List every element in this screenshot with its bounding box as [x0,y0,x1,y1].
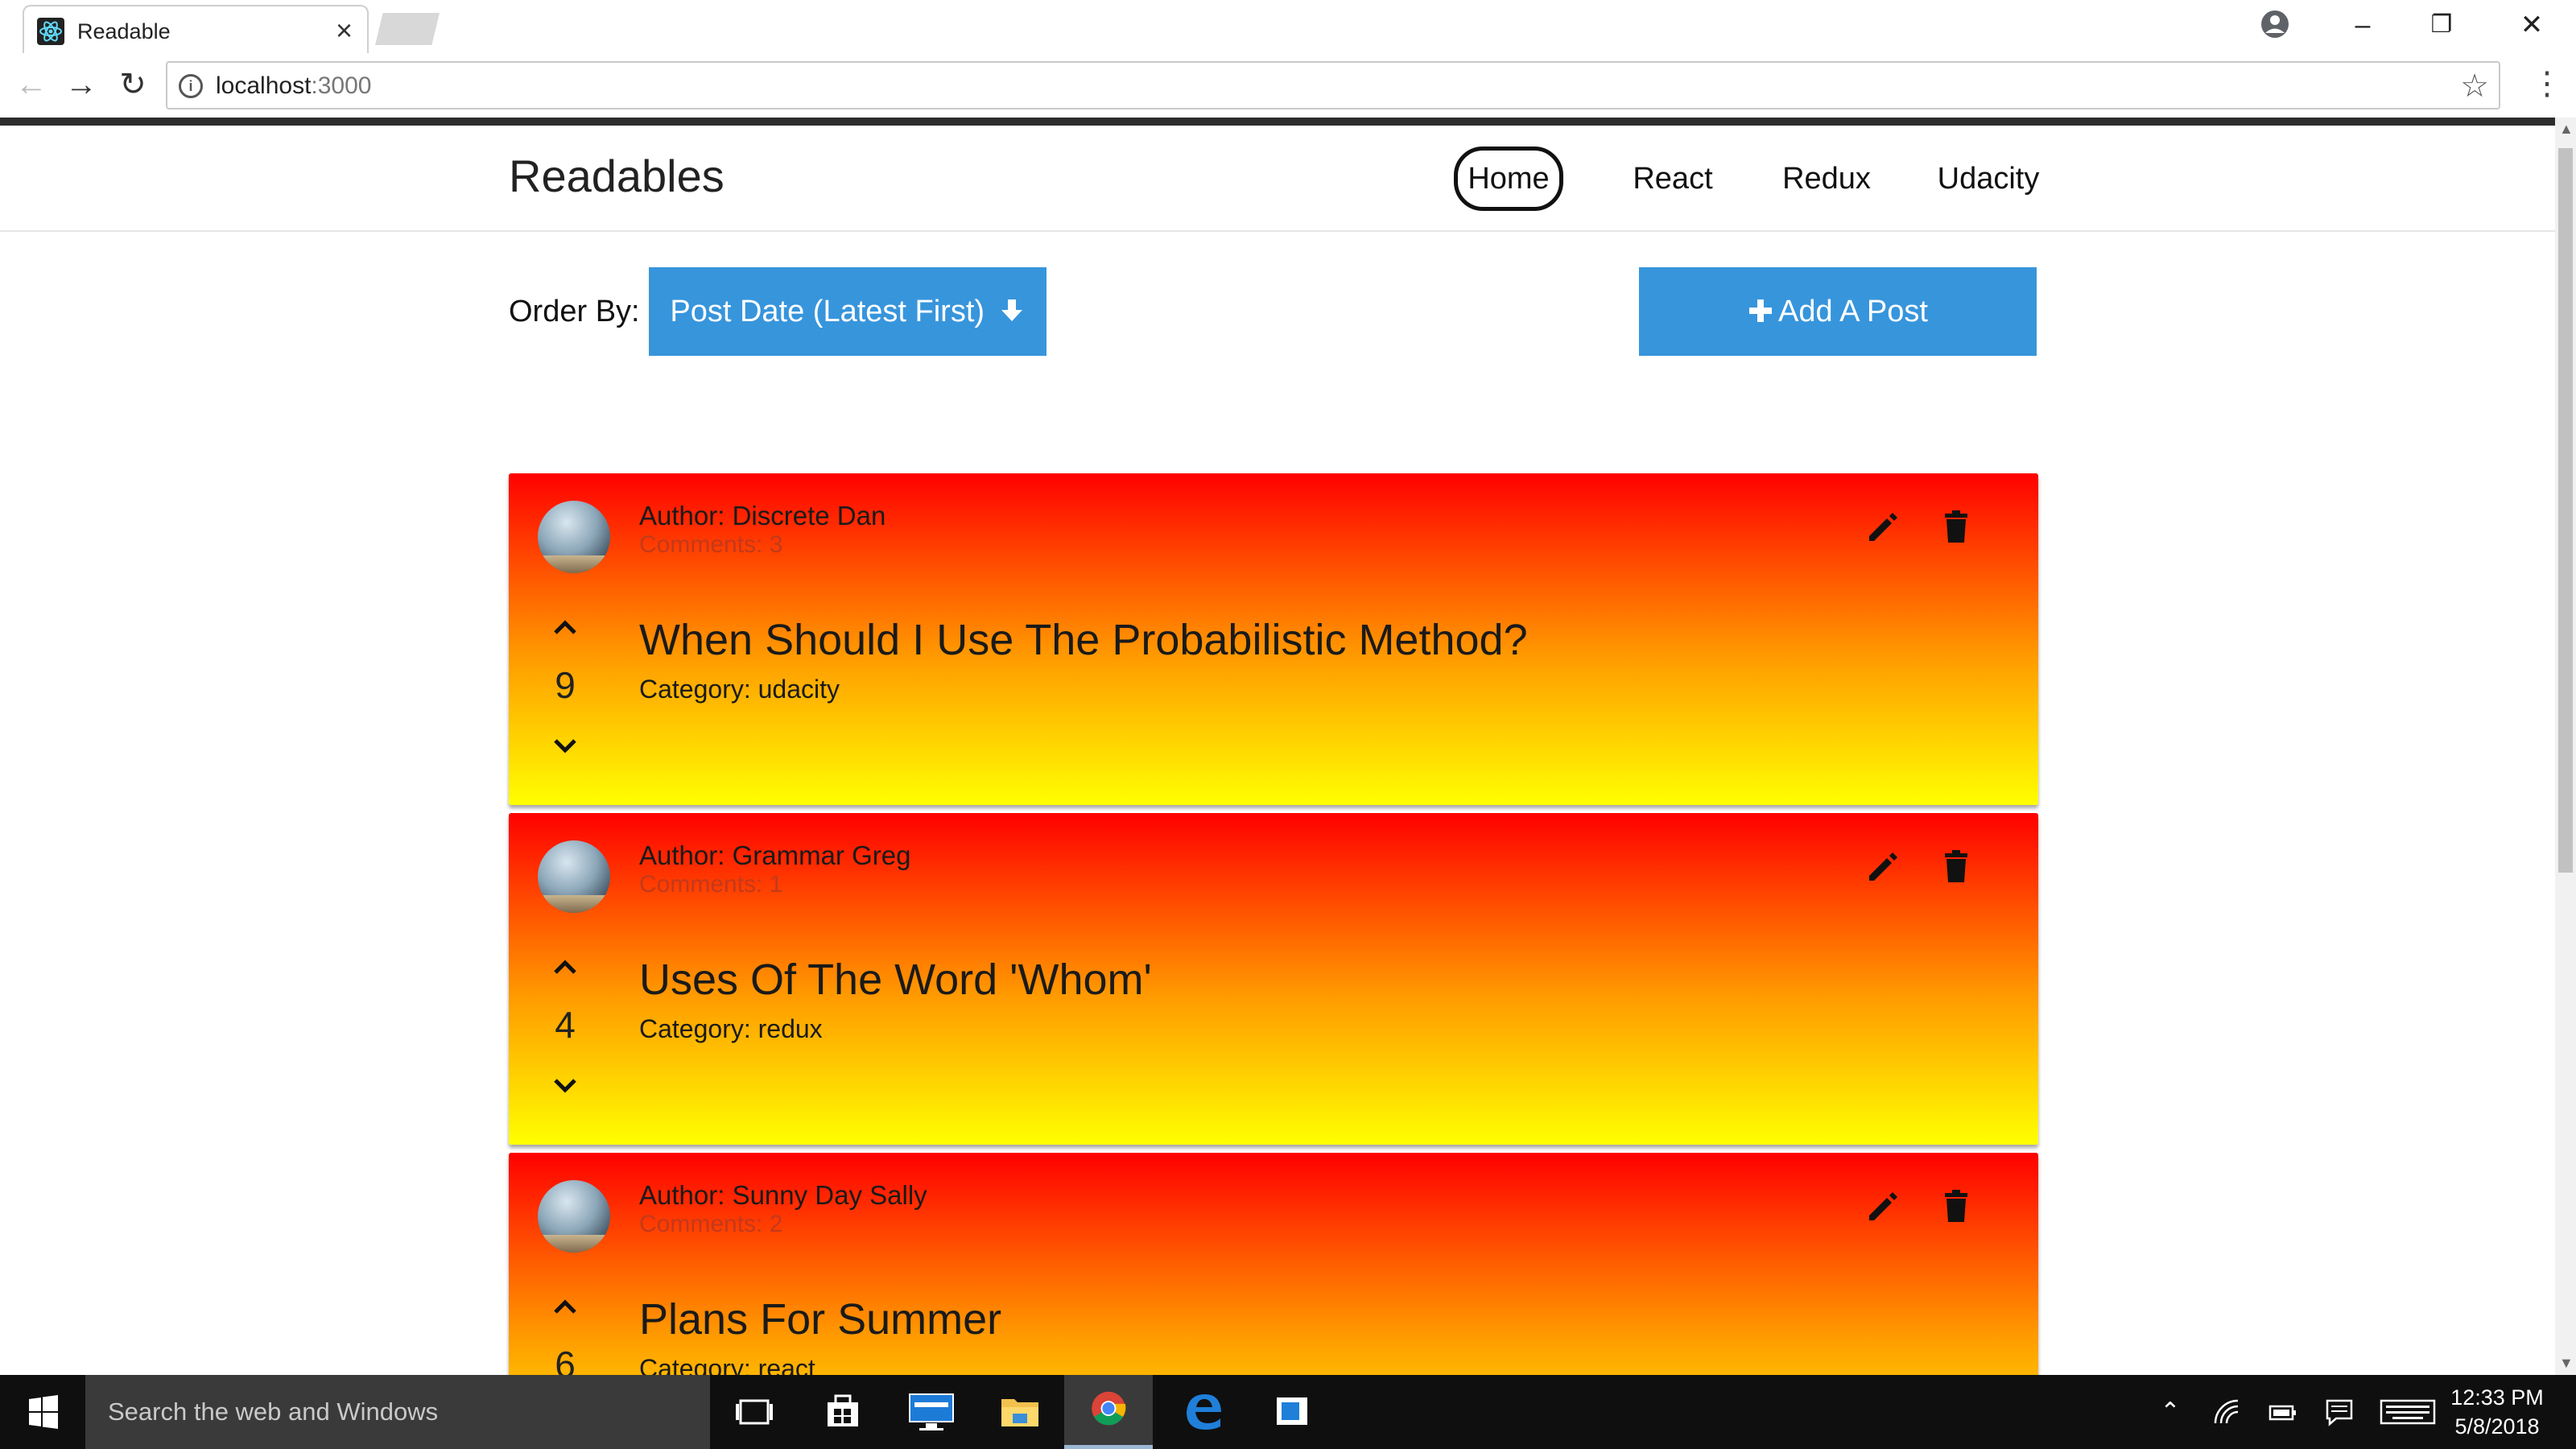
new-tab-button[interactable] [375,13,440,45]
nav-home[interactable]: Home [1454,147,1563,211]
author-avatar [538,840,610,913]
post-card[interactable]: Author: Sunny Day Sally Comments: 2 6 Pl… [509,1153,2038,1375]
chrome-app-icon[interactable] [1064,1375,1153,1449]
clock-date: 5/8/2018 [2454,1414,2540,1439]
post-title[interactable]: Uses Of The Word 'Whom' [639,955,1152,1005]
taskbar-search-placeholder: Search the web and Windows [108,1397,439,1426]
vote-score: 4 [555,1004,576,1046]
post-category: Category: udacity [639,675,840,704]
url-port: :3000 [311,72,372,99]
order-by-value: Post Date (Latest First) [670,295,985,328]
toolbar-divider [0,118,2555,126]
taskbar-search-box[interactable]: Search the web and Windows [85,1375,710,1449]
scroll-down-icon[interactable]: ▼ [2559,1355,2574,1372]
tray-chevron-up-icon[interactable]: ⌃ [2154,1396,2186,1428]
windows-taskbar: Search the web and Windows ⌃ 12:33 PM 5/… [0,1375,2576,1449]
site-header: Readables Home React Redux Udacity [0,126,2555,232]
edit-pencil-icon[interactable] [1861,844,1906,889]
post-author: Author: Grammar Greg [639,840,911,870]
add-post-label: Add A Post [1778,295,1928,328]
page-viewport: Readables Home React Redux Udacity Order… [0,126,2555,1375]
windows-start-icon[interactable] [0,1375,85,1449]
window-close-icon[interactable]: ✕ [2504,5,2560,45]
lenovo-app-icon[interactable] [887,1375,976,1449]
arrow-down-icon [1001,299,1022,321]
store-app-icon[interactable] [799,1375,887,1449]
scroll-up-icon[interactable]: ▲ [2559,121,2574,138]
minimize-icon[interactable]: – [2334,5,2391,45]
wifi-icon[interactable] [2211,1396,2243,1428]
add-post-button[interactable]: Add A Post [1639,267,2037,356]
url-host: localhost [216,72,312,99]
plus-icon [1749,299,1773,322]
nav-react[interactable]: React [1624,147,1721,211]
browser-tab[interactable]: Readable × [23,5,369,53]
scrollbar-thumb[interactable] [2558,148,2573,873]
upvote-chevron-icon[interactable] [541,950,589,982]
tab-close-icon[interactable]: × [336,14,353,47]
post-category: Category: react [639,1354,815,1375]
vote-score: 9 [555,664,576,706]
address-bar[interactable]: i localhost:3000 ☆ [166,61,2500,109]
brand-title[interactable]: Readables [509,150,724,202]
post-title[interactable]: Plans For Summer [639,1294,1001,1344]
downvote-chevron-icon[interactable] [541,1071,589,1103]
order-by-label: Order By: [509,295,640,328]
file-explorer-icon[interactable] [976,1375,1064,1449]
post-author: Author: Discrete Dan [639,501,886,530]
upvote-chevron-icon[interactable] [541,610,589,642]
clock-time: 12:33 PM [2450,1385,2544,1410]
delete-trash-icon[interactable] [1934,504,1979,549]
post-comment-count: Comments: 1 [639,871,783,898]
browser-tabstrip: Readable × – ❐ ✕ [0,0,2576,53]
address-url: localhost:3000 [216,72,371,100]
generic-app-icon[interactable] [1248,1375,1336,1449]
task-view-icon[interactable] [710,1375,799,1449]
site-info-icon[interactable]: i [179,74,203,98]
order-by-button[interactable]: Post Date (Latest First) [649,267,1046,356]
restore-icon[interactable]: ❐ [2413,5,2470,45]
battery-icon[interactable] [2267,1396,2299,1428]
post-card[interactable]: Author: Discrete Dan Comments: 3 9 When … [509,473,2038,805]
nav-udacity[interactable]: Udacity [1934,147,2043,211]
tab-title: Readable [77,19,171,43]
vote-score: 6 [555,1344,576,1375]
author-avatar [538,501,610,573]
downvote-chevron-icon[interactable] [541,731,589,763]
post-title[interactable]: When Should I Use The Probabilistic Meth… [639,615,1528,665]
edit-pencil-icon[interactable] [1861,1183,1906,1228]
action-center-icon[interactable] [2323,1396,2355,1428]
bookmark-star-icon[interactable]: ☆ [2460,68,2489,105]
post-category: Category: redux [639,1014,823,1043]
touch-keyboard-icon[interactable] [2380,1396,2436,1428]
react-favicon-icon [37,18,64,45]
forward-icon[interactable]: → [61,64,101,105]
browser-menu-icon[interactable]: ⋮ [2531,64,2563,105]
post-card[interactable]: Author: Grammar Greg Comments: 1 4 Uses … [509,813,2038,1145]
page-scrollbar[interactable]: ▲ ▼ [2555,118,2576,1375]
profile-icon[interactable] [2259,8,2291,40]
delete-trash-icon[interactable] [1934,844,1979,889]
taskbar-clock[interactable]: 12:33 PM 5/8/2018 [2449,1383,2545,1441]
post-author: Author: Sunny Day Sally [639,1180,927,1210]
back-icon[interactable]: ← [11,64,52,105]
author-avatar [538,1180,610,1253]
reload-icon[interactable]: ↻ [113,64,153,105]
edit-pencil-icon[interactable] [1861,504,1906,549]
nav-redux[interactable]: Redux [1776,147,1877,211]
delete-trash-icon[interactable] [1934,1183,1979,1228]
edge-browser-icon[interactable] [1159,1375,1248,1449]
upvote-chevron-icon[interactable] [541,1290,589,1322]
post-comment-count: Comments: 3 [639,531,783,558]
browser-toolbar: ← → ↻ i localhost:3000 ☆ ⋮ [0,53,2576,118]
post-comment-count: Comments: 2 [639,1211,783,1237]
